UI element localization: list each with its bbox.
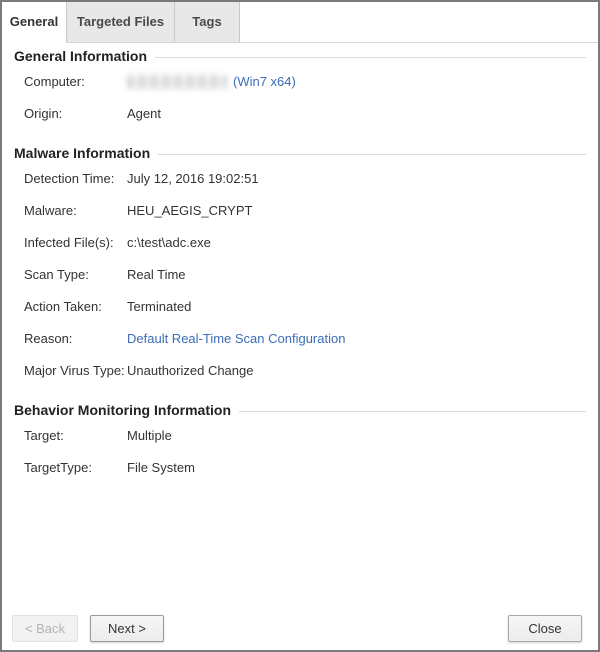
field-value: Agent [127, 106, 586, 121]
detail-content: General Information Computer: (Win7 x64)… [2, 48, 598, 475]
field-value: Default Real-Time Scan Configuration [127, 331, 586, 346]
section-divider [239, 411, 586, 412]
section-title-text: Behavior Monitoring Information [14, 402, 231, 418]
malware-detail-dialog: General Targeted Files Tags General Info… [0, 0, 600, 652]
field-label: Origin: [14, 106, 127, 121]
field-label: Major Virus Type: [14, 363, 127, 378]
field-value: Terminated [127, 299, 586, 314]
field-label: Reason: [14, 331, 127, 346]
field-label: TargetType: [14, 460, 127, 475]
section-title-text: General Information [14, 48, 147, 64]
field-value: HEU_AEGIS_CRYPT [127, 203, 586, 218]
field-action-taken: Action Taken: Terminated [14, 299, 586, 314]
field-label: Detection Time: [14, 171, 127, 186]
field-label: Action Taken: [14, 299, 127, 314]
section-divider [155, 57, 586, 58]
section-title-behavior-monitoring-information: Behavior Monitoring Information [14, 402, 586, 418]
section-title-malware-information: Malware Information [14, 145, 586, 161]
field-origin: Origin: Agent [14, 106, 586, 121]
tab-general[interactable]: General [2, 2, 67, 43]
field-infected-files: Infected File(s): c:\test\adc.exe [14, 235, 586, 250]
field-malware: Malware: HEU_AEGIS_CRYPT [14, 203, 586, 218]
field-label: Computer: [14, 74, 127, 89]
section-title-general-information: General Information [14, 48, 586, 64]
field-scan-type: Scan Type: Real Time [14, 267, 586, 282]
field-value: Multiple [127, 428, 586, 443]
tab-tags[interactable]: Tags [175, 2, 240, 42]
field-value: Unauthorized Change [127, 363, 586, 378]
field-label: Target: [14, 428, 127, 443]
dialog-footer: < Back Next > Close [2, 615, 598, 643]
next-button[interactable]: Next > [90, 615, 164, 642]
section-title-text: Malware Information [14, 145, 150, 161]
field-label: Infected File(s): [14, 235, 127, 250]
field-reason: Reason: Default Real-Time Scan Configura… [14, 331, 586, 346]
field-value: File System [127, 460, 586, 475]
tab-bar: General Targeted Files Tags [2, 2, 598, 43]
field-label: Scan Type: [14, 267, 127, 282]
field-target-type: TargetType: File System [14, 460, 586, 475]
computer-platform-link[interactable]: (Win7 x64) [233, 74, 296, 89]
field-target: Target: Multiple [14, 428, 586, 443]
field-value: July 12, 2016 19:02:51 [127, 171, 586, 186]
close-button[interactable]: Close [508, 615, 582, 642]
computer-name-redacted [127, 75, 227, 89]
field-value: c:\test\adc.exe [127, 235, 586, 250]
tab-targeted-files[interactable]: Targeted Files [67, 2, 175, 42]
section-divider [158, 154, 586, 155]
field-value: Real Time [127, 267, 586, 282]
field-value: (Win7 x64) [127, 74, 586, 89]
reason-link[interactable]: Default Real-Time Scan Configuration [127, 331, 345, 346]
field-major-virus-type: Major Virus Type: Unauthorized Change [14, 363, 586, 378]
field-detection-time: Detection Time: July 12, 2016 19:02:51 [14, 171, 586, 186]
back-button: < Back [12, 615, 78, 642]
field-computer: Computer: (Win7 x64) [14, 74, 586, 89]
field-label: Malware: [14, 203, 127, 218]
